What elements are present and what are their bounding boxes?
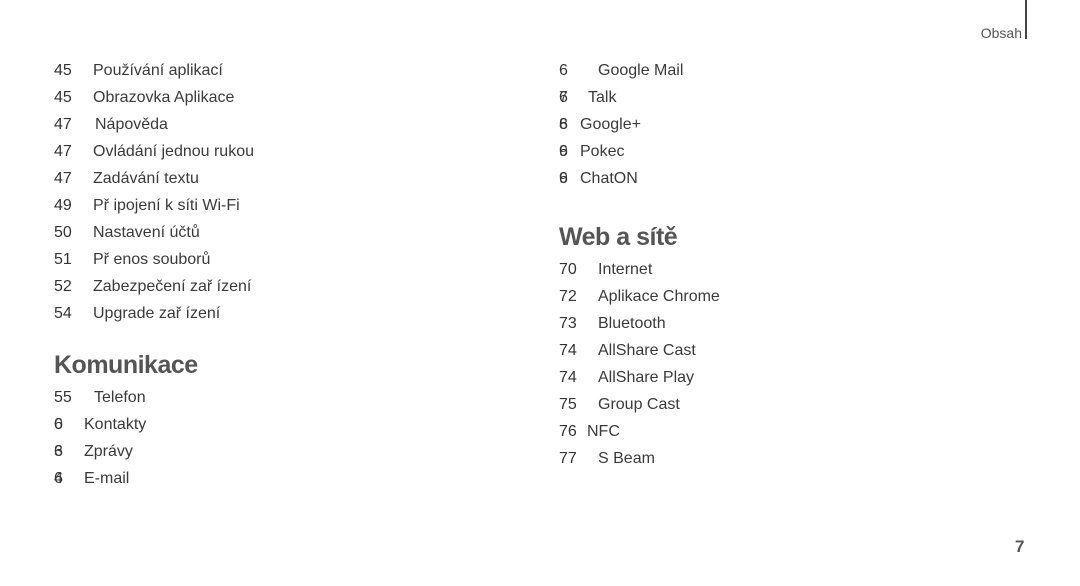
overlapping-digit: 9 — [559, 170, 568, 187]
overlapping-digit: 4 — [54, 470, 63, 487]
toc-entry[interactable]: 6 Google Mail — [559, 60, 720, 87]
toc-entry-title: Kontakty — [84, 416, 147, 433]
toc-entry[interactable]: 52 Zabezpečení zař ízení — [54, 276, 254, 303]
toc-entry-title: AllShare Cast — [598, 342, 696, 359]
header-divider — [1025, 0, 1027, 39]
toc-entry[interactable]: 77 S Beam — [559, 448, 720, 475]
toc-entry[interactable]: 6 9 ChatON — [559, 168, 720, 195]
toc-page-number: 68 — [559, 114, 580, 136]
toc-page-number: 47 — [54, 170, 72, 187]
toc-entry-title: Př ipojení k síti Wi-Fi — [93, 197, 240, 214]
toc-entry-title: Nápověda — [95, 116, 168, 133]
toc-entry-title: Zprávy — [84, 443, 133, 460]
toc-entry[interactable]: 74 AllShare Play — [559, 367, 720, 394]
toc-page-number: 60 — [54, 414, 84, 436]
toc-page-number: 47 — [54, 143, 72, 160]
toc-entry[interactable]: 6 9 Pokec — [559, 141, 720, 168]
toc-page-number: 52 — [54, 278, 72, 295]
toc-page-number: 72 — [559, 288, 577, 305]
toc-page-number: 73 — [559, 315, 577, 332]
toc-entry[interactable]: 6 0 Kontakty — [54, 414, 254, 441]
toc-entry-title: E-mail — [84, 470, 130, 487]
toc-entry-title: Pokec — [580, 143, 625, 160]
toc-page-number: 74 — [559, 342, 577, 359]
toc-right-column: 6 Google Mail 6 7 Talk 6 8 Google+ 6 9 Pokec 69… — [559, 60, 720, 475]
toc-page-number: 6 — [559, 62, 568, 79]
toc-page-number: 64 — [54, 468, 84, 490]
toc-page-number: 51 — [54, 251, 72, 268]
toc-entry-title: Aplikace Chrome — [598, 288, 720, 305]
toc-entry[interactable]: 47 Ovládání jednou rukou — [54, 141, 254, 168]
toc-entry-title: Talk — [588, 89, 617, 106]
overlapping-digit: 3 — [54, 443, 63, 460]
toc-left-column: 45 Používání aplikací 45 Obrazovka Aplikace… — [54, 60, 254, 495]
toc-entry[interactable]: 6 8 Google+ — [559, 114, 720, 141]
toc-page-number: 63 — [54, 441, 84, 463]
section-title-komunikace: Komunikace — [54, 351, 198, 379]
toc-entry[interactable]: 49 Př ipojení k síti Wi-Fi — [54, 195, 254, 222]
toc-entry-title: Obrazovka Aplikace — [93, 89, 235, 106]
toc-entry-title: ChatON — [580, 170, 638, 187]
toc-entry[interactable]: 45 Obrazovka Aplikace — [54, 87, 254, 114]
toc-entry-title: Telefon — [94, 389, 146, 406]
toc-page-number: 70 — [559, 261, 577, 278]
toc-entry[interactable]: 54 Upgrade zař ízení — [54, 303, 254, 330]
toc-page-number: 75 — [559, 396, 577, 413]
toc-entry-title: Nastavení účtů — [93, 224, 200, 241]
toc-page-number: 54 — [54, 305, 72, 322]
page-number: 7 — [1015, 537, 1025, 556]
toc-entry-title: Používání aplikací — [93, 62, 223, 79]
toc-page-number: 49 — [54, 197, 72, 214]
toc-page-number: 55 — [54, 389, 72, 406]
toc-entry-title: Upgrade zař ízení — [93, 305, 221, 322]
toc-entry-title: Google+ — [580, 116, 641, 133]
toc-entry-title: Google Mail — [598, 62, 684, 79]
toc-entry[interactable]: 70 Internet — [559, 259, 720, 286]
toc-entry-title: Př enos souborů — [93, 251, 211, 268]
toc-entry-title: S Beam — [598, 450, 655, 467]
toc-entry[interactable]: 6 3 Zprávy — [54, 441, 254, 468]
toc-page-number: 45 — [54, 89, 72, 106]
toc-page-number: 50 — [54, 224, 72, 241]
toc-entry-title: Zadávání textu — [93, 170, 199, 187]
overlapping-digit: 8 — [559, 116, 568, 133]
toc-page-number: 74 — [559, 369, 577, 386]
toc-entry[interactable]: 72 Aplikace Chrome — [559, 286, 720, 313]
toc-entry-title: Internet — [598, 261, 653, 278]
section-title-web-a-site: Web a sítě — [559, 223, 678, 251]
toc-entry[interactable]: 55 Telefon — [54, 387, 254, 414]
toc-entry[interactable]: 73 Bluetooth — [559, 313, 720, 340]
toc-page-number: 45 — [54, 62, 72, 79]
toc-entry-title: NFC — [587, 423, 620, 440]
toc-entry[interactable]: 74 AllShare Cast — [559, 340, 720, 367]
toc-entry[interactable]: 6 7 Talk — [559, 87, 720, 114]
toc-page-number: 69 — [559, 141, 580, 163]
overlapping-digit: 0 — [54, 416, 63, 433]
toc-page-number: 47 — [54, 116, 72, 133]
toc-entry-title: Zabezpečení zař ízení — [93, 278, 252, 295]
header-section-label: Obsah — [980, 25, 1022, 41]
overlapping-digit: 7 — [559, 89, 568, 106]
toc-entry-title: Bluetooth — [598, 315, 666, 332]
toc-entry[interactable]: 75 Group Cast — [559, 394, 720, 421]
toc-page-number: 67 — [559, 87, 580, 109]
toc-page-number: 76 — [559, 423, 577, 440]
toc-page-number: 69 — [559, 168, 580, 190]
toc-entry[interactable]: 47 Zadávání textu — [54, 168, 254, 195]
toc-entry-title: Ovládání jednou rukou — [93, 143, 254, 160]
toc-entry[interactable]: 50 Nastavení účtů — [54, 222, 254, 249]
toc-entry[interactable]: 76 NFC — [559, 421, 720, 448]
toc-entry-title: Group Cast — [598, 396, 680, 413]
toc-page-number: 77 — [559, 450, 577, 467]
toc-entry[interactable]: 51 Př enos souborů — [54, 249, 254, 276]
toc-entry-title: AllShare Play — [598, 369, 695, 386]
toc-entry[interactable]: 6 4 E-mail — [54, 468, 254, 495]
overlapping-digit: 9 — [559, 143, 568, 160]
toc-entry[interactable]: 47 Nápověda — [54, 114, 254, 141]
toc-entry[interactable]: 45 Používání aplikací — [54, 60, 254, 87]
